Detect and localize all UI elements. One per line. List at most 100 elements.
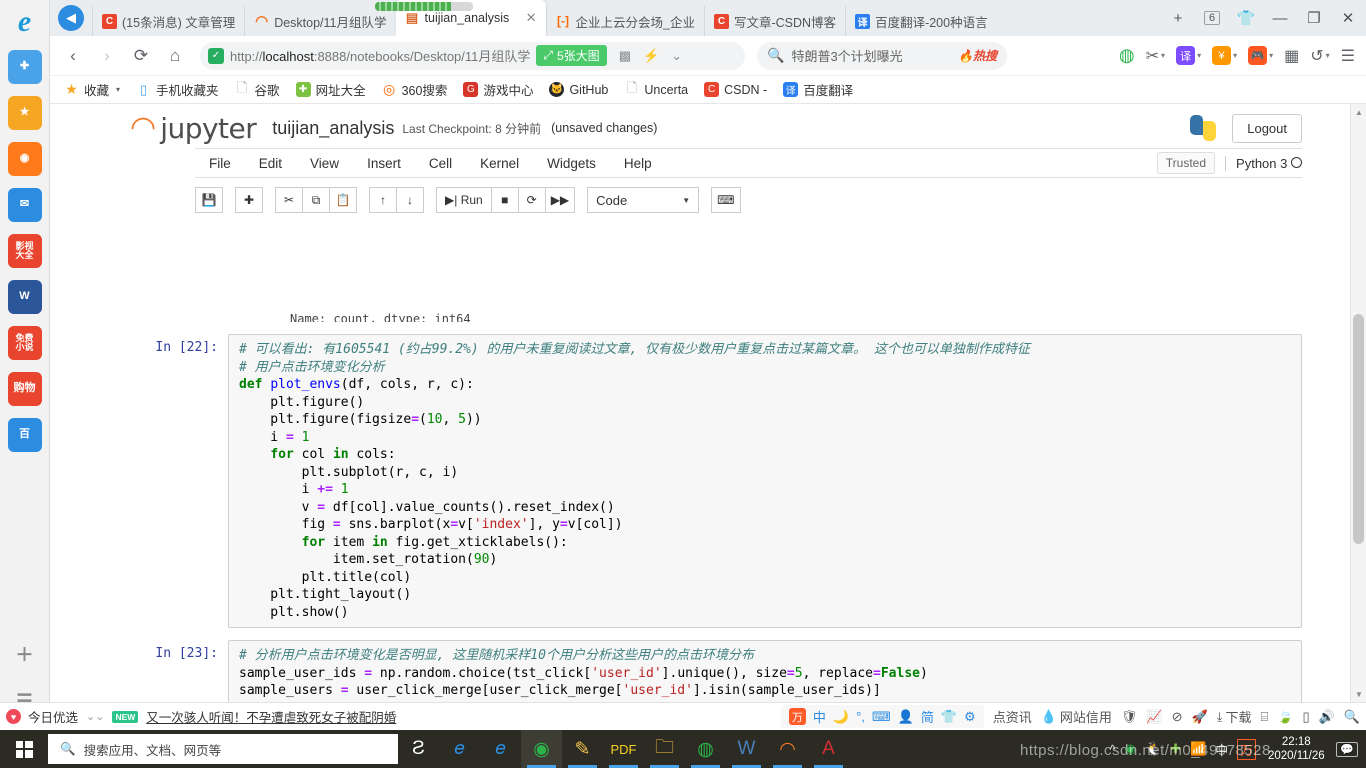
minimize-button[interactable]: — (1264, 4, 1296, 32)
menu-help[interactable]: Help (610, 152, 666, 175)
rail-baidu-icon[interactable]: 百 (7, 418, 42, 452)
reader-mode-icon[interactable]: ◍ (1114, 41, 1140, 71)
run-button[interactable]: ▶| Run (436, 187, 492, 213)
menu-cell[interactable]: Cell (415, 152, 466, 175)
taskbar-clock[interactable]: 22:18 2020/11/26 (1265, 735, 1327, 763)
tab-close-icon[interactable]: ✕ (520, 10, 537, 26)
insert-cell-button[interactable]: ✚ (235, 187, 263, 213)
skin-shirt-icon[interactable]: 👕 (1230, 4, 1262, 32)
new-tab-button[interactable]: + (1162, 4, 1194, 32)
hao-icon[interactable]: ✚ (1170, 741, 1181, 757)
bookmark-mobile[interactable]: ▯ 手机收藏夹 (130, 78, 225, 101)
notebook-scroll-area[interactable]: Name: count, dtype: int64 In [22]: # 可以看… (50, 312, 1366, 702)
browser-side-rail[interactable]: e ✚ ★ ◉ ✉ 影视 大全 W 免费 小说 购物 百 ＋ ☰ (0, 0, 50, 730)
taskbar-app-wechat[interactable]: ◍ (685, 730, 726, 768)
notebook-name[interactable]: tuijian_analysis (272, 118, 394, 139)
news-brand[interactable]: ♥ 今日优选 (6, 707, 78, 726)
back-icon[interactable]: ‹ (56, 41, 90, 71)
taskbar-app-acrobat[interactable]: A (808, 730, 849, 768)
rail-favorites-icon[interactable]: ✚ (7, 50, 42, 84)
tray-expand-icon[interactable]: ^ (1110, 742, 1116, 757)
share-icon[interactable]: ⌸ (1260, 709, 1268, 725)
game-center-icon[interactable]: 🎮 ▾ (1243, 41, 1278, 71)
page-scrollbar[interactable]: ▲ ▼ (1350, 104, 1366, 702)
ime-cn-icon[interactable]: 中 (1215, 740, 1228, 759)
taskbar-app-edge[interactable]: 𝑒 (480, 730, 521, 768)
restart-run-all-button[interactable]: ▶▶ (544, 187, 576, 213)
ime-settings-icon[interactable]: ⚙ (964, 709, 976, 725)
rail-add-icon[interactable]: ＋ (8, 638, 42, 672)
save-button[interactable]: 💾 (195, 187, 223, 213)
taskbar-app-explorer[interactable]: 🗀 (644, 730, 685, 768)
browser-tab-4[interactable]: C 写文章-CSDN博客 (703, 6, 845, 36)
phone-mode-icon[interactable]: ▯ (1302, 709, 1309, 725)
network-icon[interactable]: 📶 (1190, 741, 1206, 757)
bookmark-csdn[interactable]: C CSDN - (698, 80, 773, 99)
ime-user-icon[interactable]: 👤 (898, 709, 914, 725)
bookmark-baidu-fanyi[interactable]: 译 百度翻译 (777, 78, 859, 101)
news-headline-link[interactable]: 又一次骇人听闻！不孕遭虐致死女子被配阴婚 (146, 707, 396, 726)
cell-type-select[interactable]: Code ▼ (587, 187, 700, 213)
leaf-icon[interactable]: 🍃 (1277, 709, 1293, 725)
taskbar-app-word[interactable]: W (726, 730, 767, 768)
menu-edit[interactable]: Edit (245, 152, 296, 175)
browser-tab-3[interactable]: [-] 企业上云分会场_企业 (545, 6, 704, 36)
bookmark-360search[interactable]: ◎ 360搜索 (376, 78, 454, 101)
scroll-up-icon[interactable]: ▲ (1351, 104, 1366, 120)
notification-center-icon[interactable]: 💬 (1336, 741, 1358, 757)
qr-code-icon[interactable]: ▩ (619, 48, 631, 64)
scrollbar-thumb[interactable] (1353, 314, 1364, 544)
interrupt-kernel-button[interactable]: ■ (490, 187, 519, 213)
home-icon[interactable]: ⌂ (158, 41, 192, 71)
rail-video-icon[interactable]: 影视 大全 (7, 234, 42, 268)
bookmark-github[interactable]: 🐱 GitHub (543, 80, 614, 99)
speed-icon[interactable]: ⊘ (1172, 709, 1183, 725)
taskbar-search-input[interactable]: 🔍 搜索应用、文档、网页等 (48, 734, 398, 764)
cut-cell-button[interactable]: ✂ (275, 187, 303, 213)
restart-kernel-button[interactable]: ⟳ (517, 187, 546, 213)
bookmark-uncertai[interactable]: 🗋 Uncerta (618, 80, 694, 99)
screenshot-scissors-icon[interactable]: ✂ ▾ (1141, 41, 1170, 71)
taskbar-app-sogou[interactable]: Ƨ (398, 730, 439, 768)
menu-insert[interactable]: Insert (353, 152, 415, 175)
search-input[interactable]: 🔍 特朗普3个计划曝光 🔥热搜 (757, 41, 1007, 70)
rail-word-icon[interactable]: W (7, 280, 42, 314)
bookmark-gamecenter[interactable]: G 游戏中心 (457, 78, 539, 101)
360-safe-icon[interactable]: ◉ (1125, 741, 1136, 757)
menu-widgets[interactable]: Widgets (533, 152, 610, 175)
bookmark-favorites[interactable]: ★ 收藏 ▾ (58, 78, 126, 101)
rocket-icon[interactable]: 🚀 (1192, 709, 1208, 725)
browser-tab-1[interactable]: ◠ Desktop/11月组队学 (244, 6, 395, 36)
chart-icon[interactable]: 📈 (1146, 709, 1162, 725)
ime-keyboard-icon[interactable]: ⌨ (872, 709, 891, 725)
move-cell-down-button[interactable]: ↓ (396, 187, 424, 213)
taskbar-app-notepad[interactable]: ✎ (562, 730, 603, 768)
command-palette-button[interactable]: ⌨ (711, 187, 741, 213)
cell-code-editor[interactable]: # 分析用户点击环境变化是否明显, 这里随机采样10个用户分析这些用户的点击环境… (228, 640, 1302, 702)
logout-button[interactable]: Logout (1232, 113, 1302, 143)
sogou-ime-icon[interactable]: 万 (788, 708, 806, 725)
scroll-down-icon[interactable]: ▼ (1351, 686, 1366, 702)
ime-skin-icon[interactable]: 👕 (941, 709, 957, 725)
volume-icon[interactable]: 🔊 (1319, 709, 1335, 725)
kernel-indicator[interactable]: Python 3 (1225, 155, 1302, 171)
rail-mail-icon[interactable]: ✉ (7, 188, 42, 222)
bookmark-google[interactable]: 🗋 谷歌 (229, 78, 286, 101)
taskbar-app-pdf[interactable]: PDF (603, 730, 644, 768)
menu-file[interactable]: File (195, 152, 245, 175)
bookmark-hao[interactable]: ✚ 网址大全 (290, 78, 372, 101)
copy-cell-button[interactable]: ⧉ (302, 187, 330, 213)
maximize-button[interactable]: ❐ (1298, 4, 1330, 32)
windows-start-icon[interactable] (0, 730, 48, 768)
menu-kernel[interactable]: Kernel (466, 152, 533, 175)
paste-cell-button[interactable]: 📋 (329, 187, 357, 213)
tabstrip-nav-icon[interactable]: ◀ (58, 5, 84, 31)
taskbar-app-jupyter[interactable]: ◠ (767, 730, 808, 768)
rail-star-icon[interactable]: ★ (7, 96, 42, 130)
sogou-ime-icon[interactable]: 万 (1237, 738, 1257, 760)
notebook-cell-22[interactable]: In [22]: # 可以看出: 有1605541 (约占99.2%) 的用户未… (150, 334, 1302, 628)
menu-view[interactable]: View (296, 152, 353, 175)
lightning-icon[interactable]: ⚡ (643, 48, 659, 64)
shield-icon[interactable]: 🛡 (1121, 709, 1138, 725)
taskbar-app-ie[interactable]: 𝑒 (439, 730, 480, 768)
